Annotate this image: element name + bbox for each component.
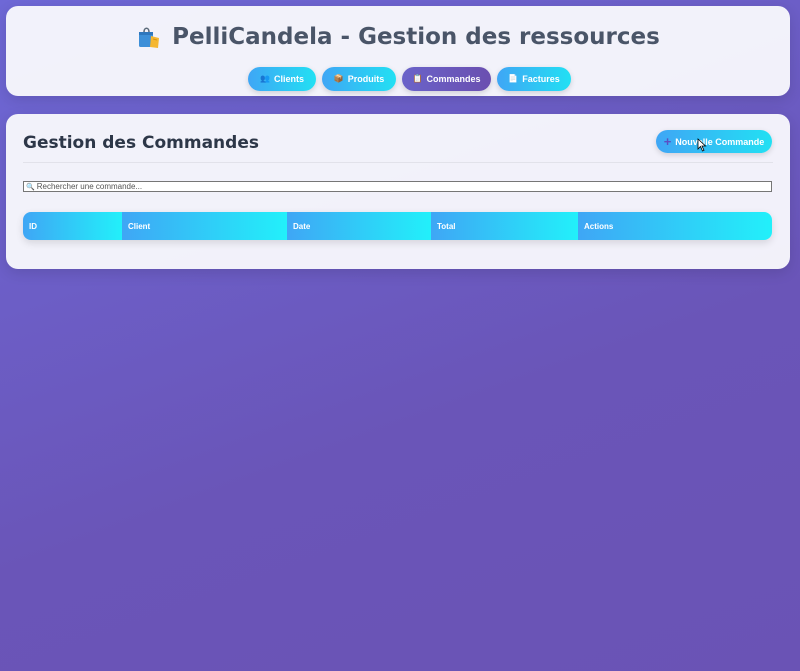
new-order-label: Nouvelle Commande (675, 136, 765, 147)
nav-commandes-button[interactable]: 📋 Commandes (402, 67, 491, 91)
box-icon: 📦 (333, 74, 344, 83)
nav-factures-button[interactable]: 📄 Factures (497, 67, 571, 91)
orders-table-header: ID Client Date Total Actions (23, 212, 772, 240)
plus-icon: + (663, 134, 672, 149)
shopping-bag-icon (136, 24, 162, 50)
header-card: PelliCandela - Gestion des ressources 👥 … (6, 6, 790, 96)
section-title: Gestion des Commandes (23, 133, 259, 153)
column-header-date[interactable]: Date (287, 212, 431, 240)
nav-produits-button[interactable]: 📦 Produits (322, 67, 396, 91)
people-icon: 👥 (260, 74, 270, 83)
nav-clients-label: Clients (273, 74, 304, 84)
page-title: PelliCandela - Gestion des ressources (172, 24, 660, 50)
app-title: PelliCandela - Gestion des ressources (6, 24, 790, 50)
orders-panel: Gestion des Commandes + Nouvelle Command… (6, 114, 790, 269)
nav-factures-label: Factures (522, 74, 560, 84)
column-header-total[interactable]: Total (431, 212, 578, 240)
column-header-client[interactable]: Client (122, 212, 287, 240)
search-icon: 🔍 (26, 183, 35, 191)
new-order-button[interactable]: + Nouvelle Commande (656, 130, 772, 153)
nav-clients-button[interactable]: 👥 Clients (248, 67, 316, 91)
column-header-actions[interactable]: Actions (578, 212, 772, 240)
search-input[interactable] (36, 182, 771, 191)
mouse-cursor-icon (697, 138, 707, 152)
column-header-id[interactable]: ID (23, 212, 122, 240)
main-nav: 👥 Clients 📦 Produits 📋 Commandes 📄 Factu… (6, 67, 790, 91)
search-box[interactable]: 🔍 (23, 181, 772, 192)
nav-produits-label: Produits (347, 74, 385, 84)
nav-commandes-label: Commandes (426, 74, 481, 84)
divider (23, 162, 773, 163)
clipboard-icon: 📋 (412, 74, 423, 83)
document-icon: 📄 (508, 74, 519, 83)
